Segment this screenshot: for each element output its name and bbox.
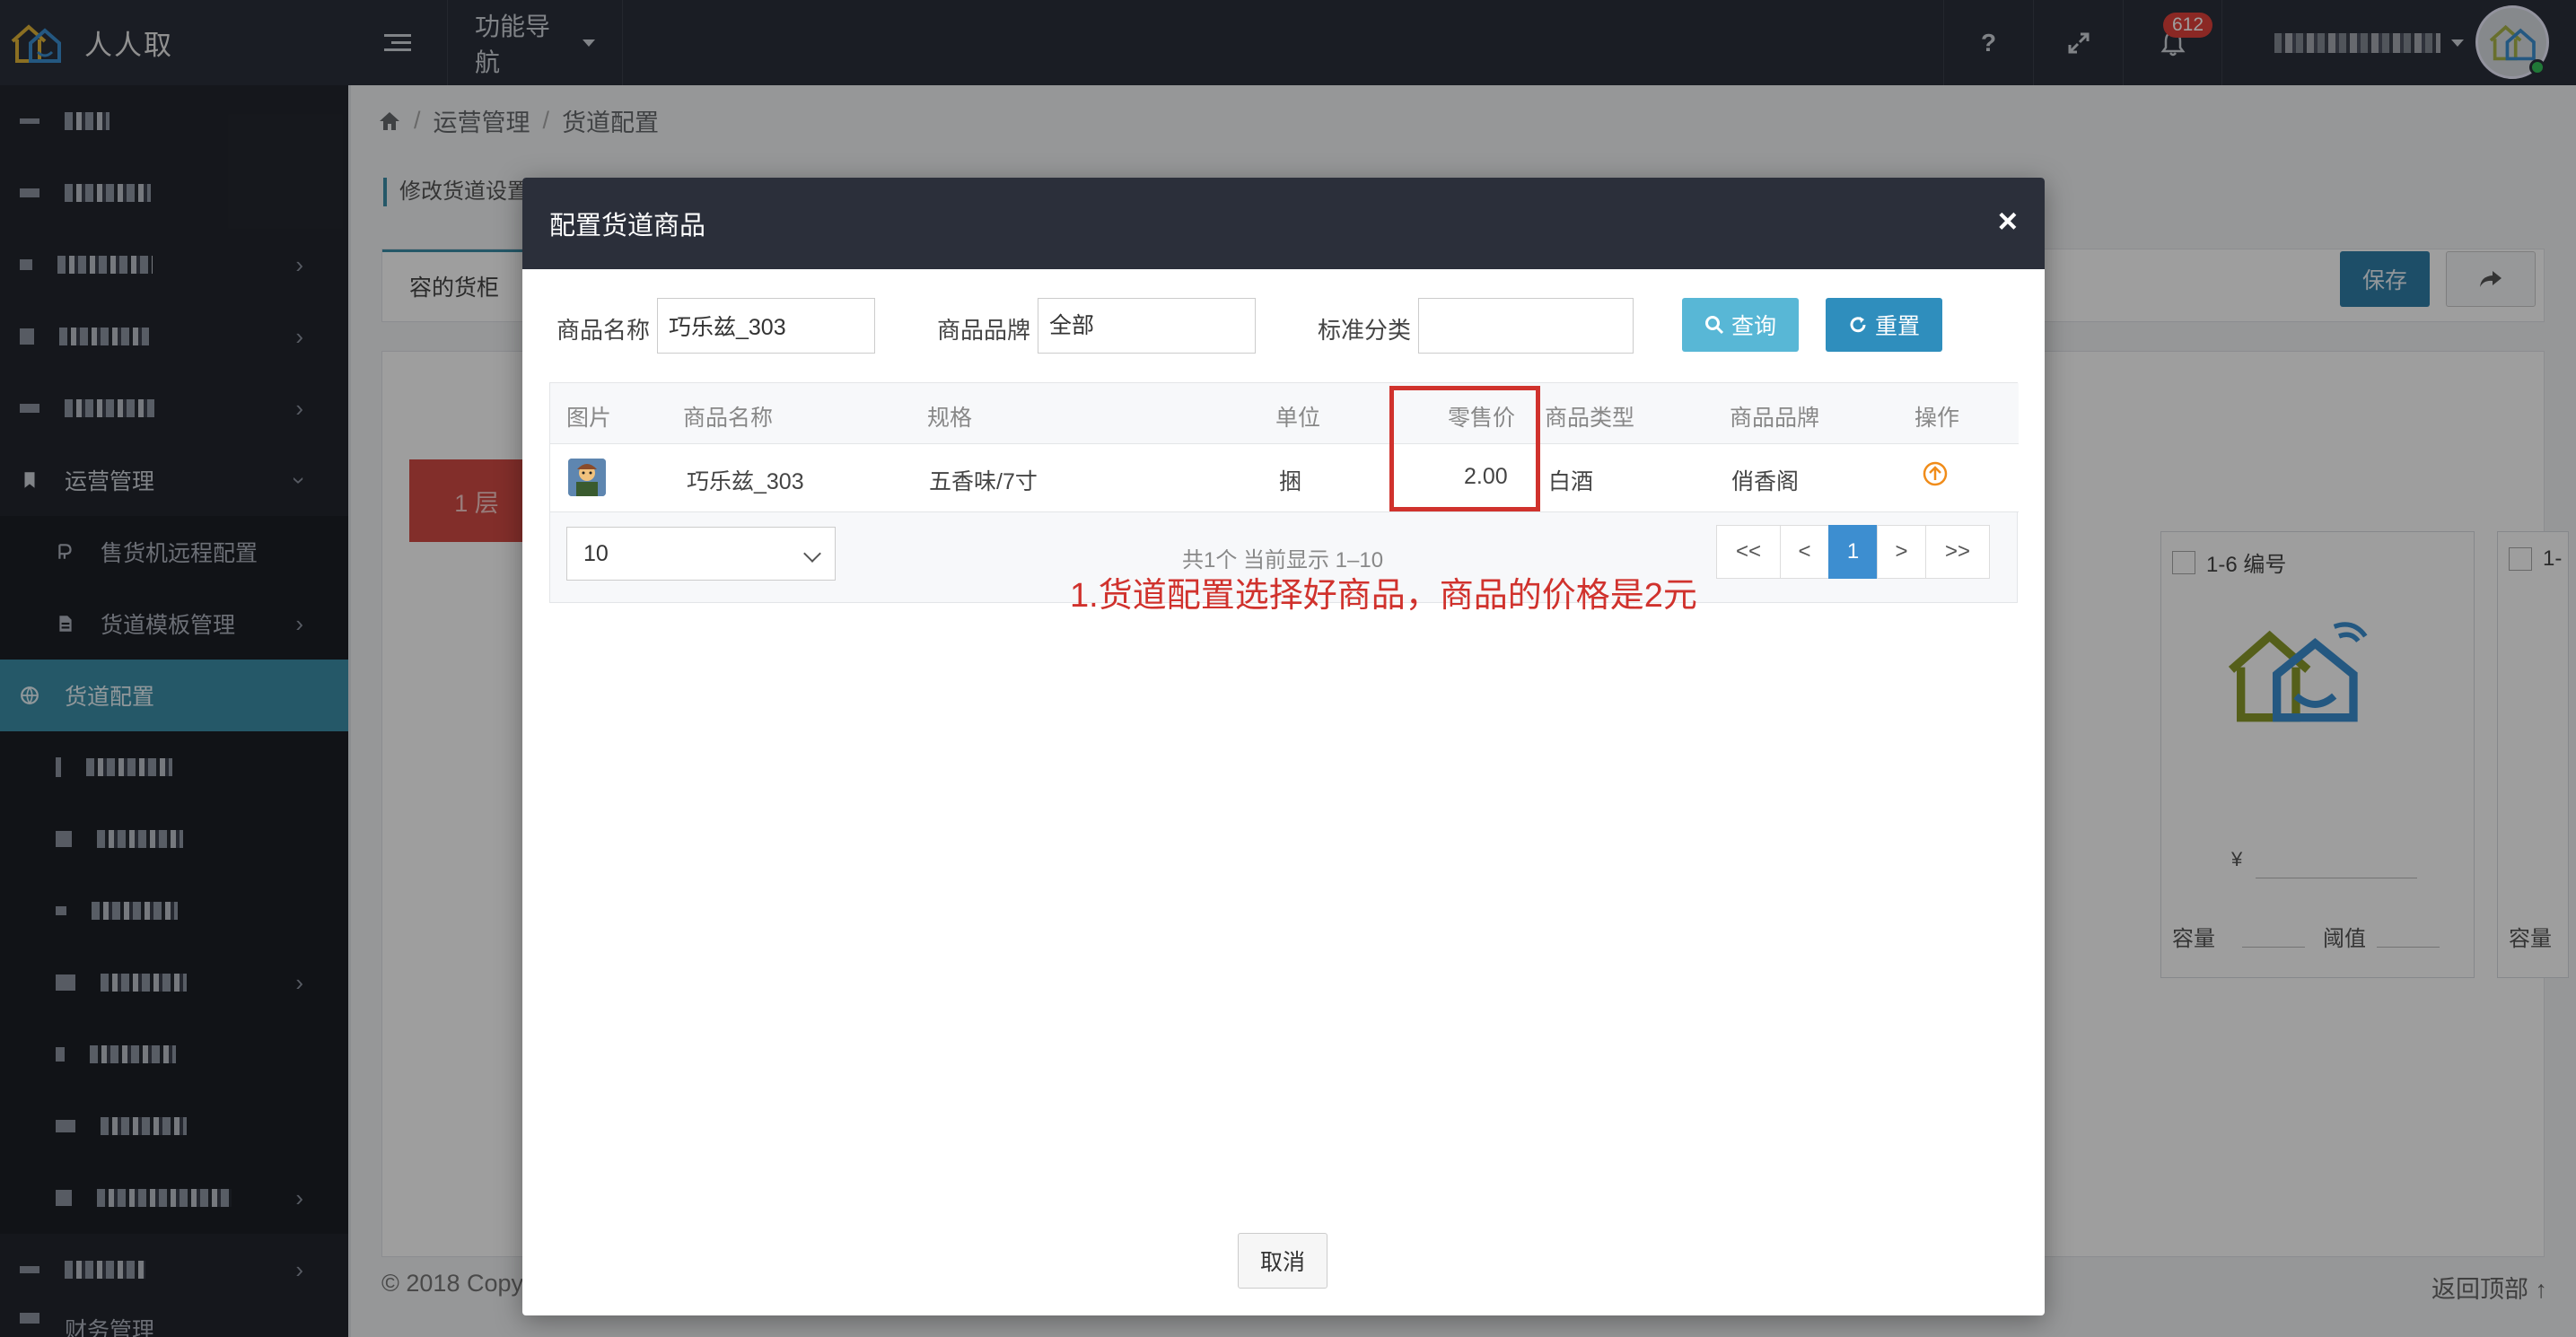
- search-icon: [1704, 316, 1724, 335]
- product-image-icon: [568, 459, 606, 496]
- col-unit: 单位: [1275, 406, 1321, 431]
- col-name: 商品名称: [683, 406, 774, 431]
- query-button[interactable]: 查询: [1682, 298, 1799, 352]
- category-label: 标准分类: [1318, 317, 1412, 344]
- next-page-button[interactable]: >: [1877, 525, 1926, 579]
- category-input[interactable]: [1418, 298, 1634, 354]
- page-size-select[interactable]: 10: [566, 527, 836, 581]
- col-image: 图片: [566, 406, 612, 431]
- product-type: 白酒: [1548, 469, 1594, 494]
- refresh-icon: [1850, 317, 1866, 333]
- page-size-value: 10: [583, 541, 609, 566]
- modal-title: 配置货道商品: [549, 212, 706, 240]
- first-page-button[interactable]: <<: [1716, 525, 1781, 579]
- col-brand: 商品品牌: [1730, 406, 1820, 431]
- page-1-button[interactable]: 1: [1828, 525, 1878, 579]
- select-up-icon[interactable]: [1922, 460, 1949, 487]
- annotation-text: 1.货道配置选择好商品，商品的价格是2元: [1070, 577, 1697, 615]
- table-row[interactable]: 巧乐兹_303 五香味/7寸 捆 2.00 白酒 俏香阁: [550, 444, 2019, 512]
- price-highlight-box: [1389, 386, 1540, 511]
- col-action: 操作: [1914, 406, 1960, 431]
- last-page-button[interactable]: >>: [1925, 525, 1990, 579]
- product-config-modal: 配置货道商品 × 商品名称 商品品牌 全部 标准分类 查询 重置 图片 商品名称…: [522, 178, 2045, 1315]
- cancel-button[interactable]: 取消: [1238, 1233, 1327, 1289]
- pagination: << < 1 > >>: [1716, 525, 1990, 579]
- col-spec: 规格: [927, 406, 973, 431]
- brand-label: 商品品牌: [937, 317, 1031, 344]
- modal-header: 配置货道商品 ×: [522, 178, 2045, 269]
- prev-page-button[interactable]: <: [1780, 525, 1829, 579]
- table-header: 图片 商品名称 规格 单位 零售价 商品类型 商品品牌 操作: [550, 383, 2019, 444]
- close-icon[interactable]: ×: [1998, 205, 2018, 239]
- product-name: 巧乐兹_303: [687, 469, 804, 494]
- product-unit: 捆: [1279, 469, 1302, 494]
- reset-button[interactable]: 重置: [1826, 298, 1942, 352]
- chevron-down-icon: [803, 545, 821, 563]
- col-type: 商品类型: [1545, 406, 1635, 431]
- product-name-input[interactable]: [657, 298, 875, 354]
- query-label: 查询: [1730, 314, 1776, 339]
- brand-select[interactable]: 全部: [1038, 298, 1256, 354]
- product-name-label: 商品名称: [556, 317, 651, 344]
- product-spec: 五香味/7寸: [929, 469, 1038, 494]
- reset-label: 重置: [1874, 314, 1920, 339]
- product-brand: 俏香阁: [1731, 469, 1800, 494]
- product-thumbnail: [568, 459, 606, 496]
